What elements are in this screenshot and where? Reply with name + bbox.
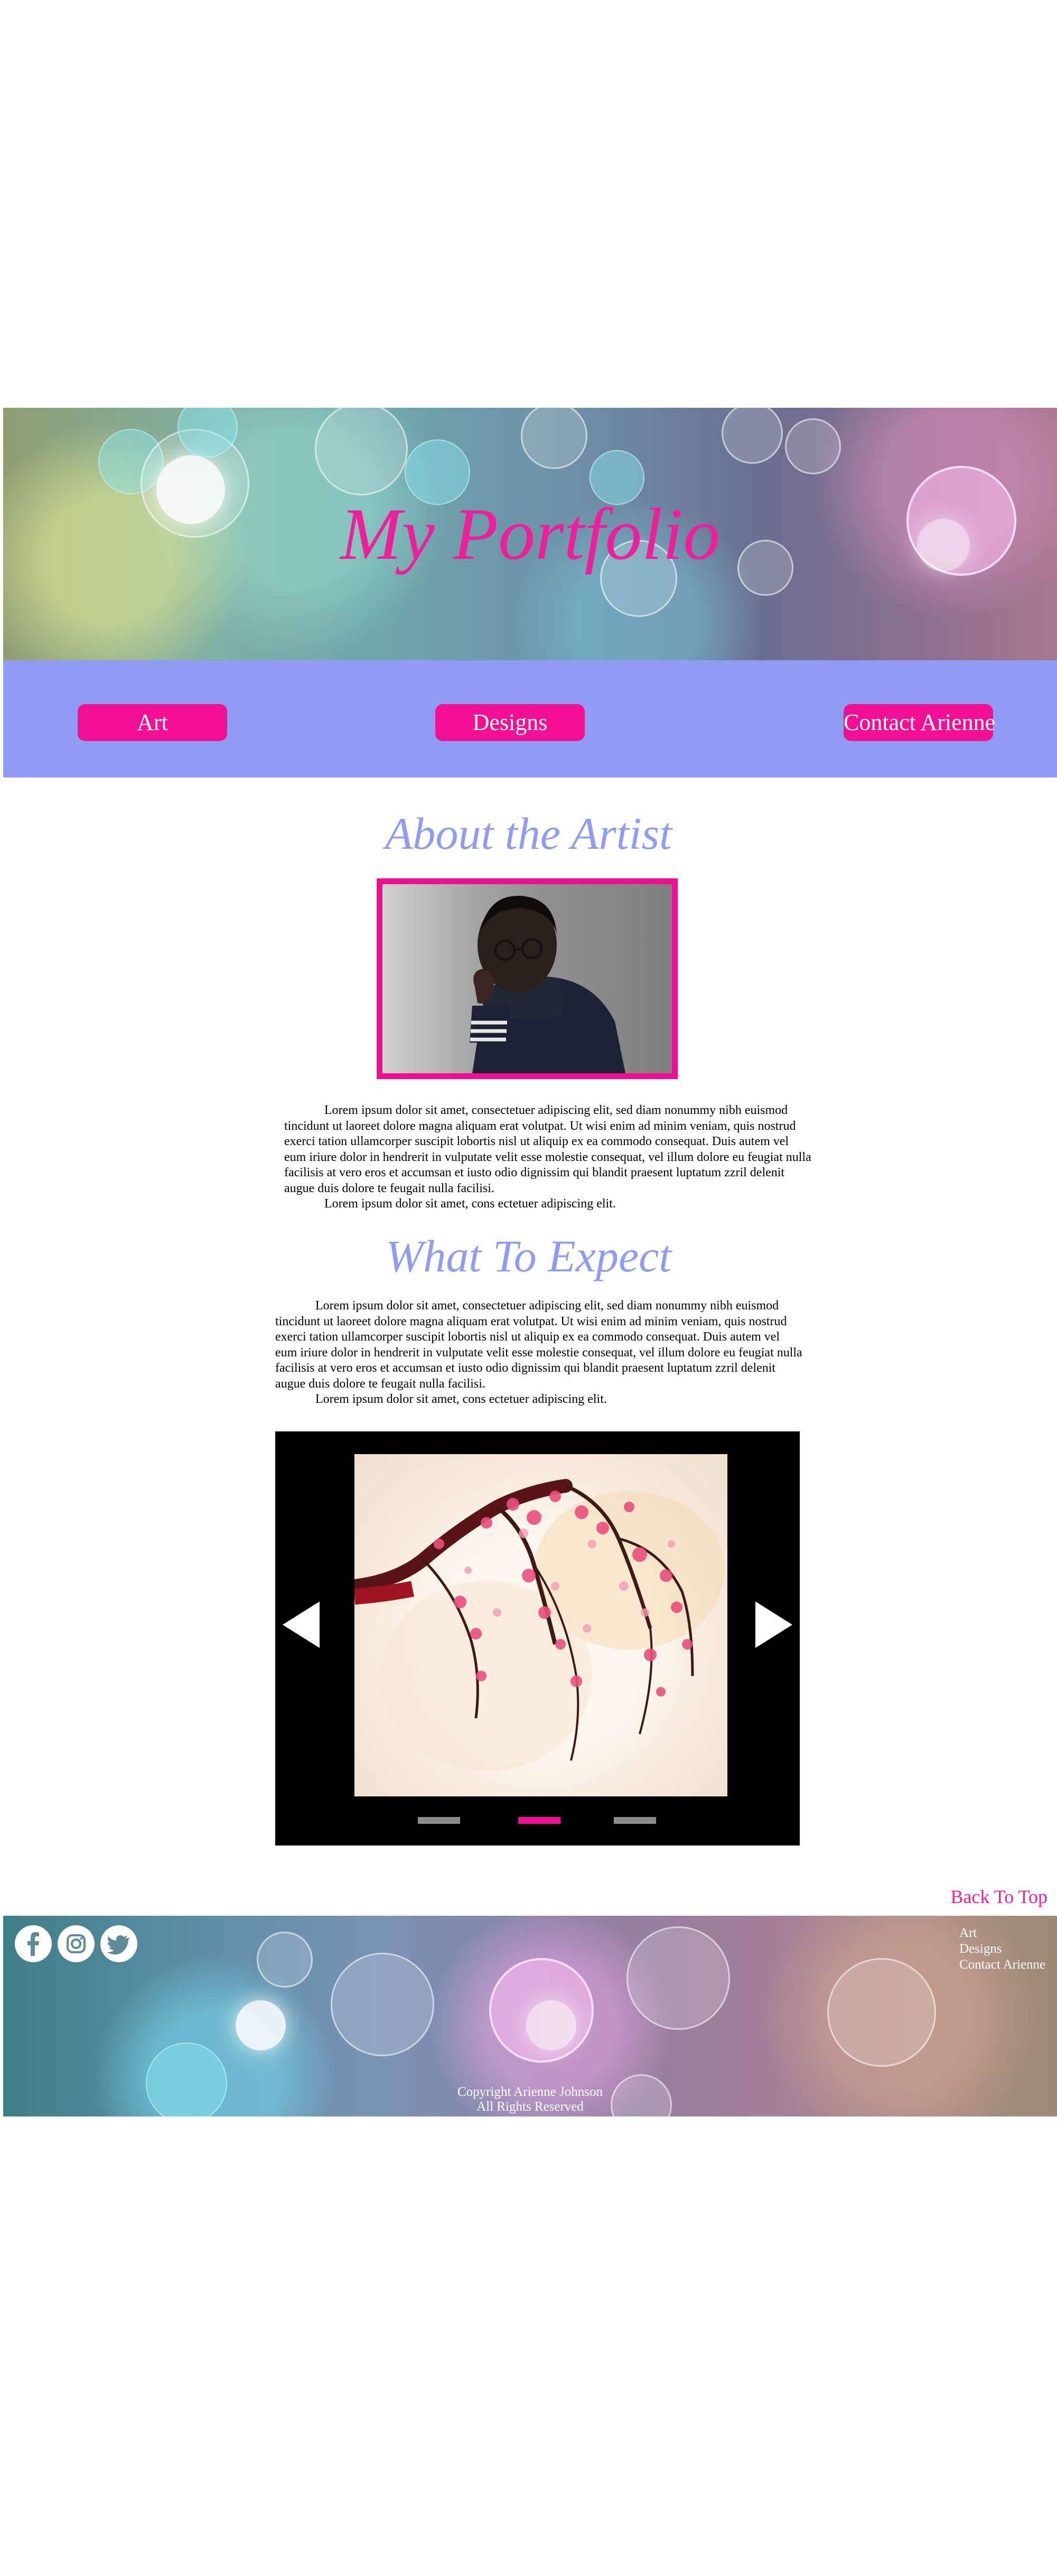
expect-heading: What To Expect [385,1231,672,1281]
facebook-glyph [27,1932,39,1956]
nav-contact-button[interactable]: Contact Arienne [844,704,995,741]
carousel-indicator[interactable] [614,1817,656,1824]
carousel-slide [354,1454,727,1796]
instagram-glyph [67,1934,86,1953]
facebook-icon[interactable] [15,1925,52,1962]
bokeh-circle [827,1958,936,2067]
main-nav: Art Designs Contact Arienne [3,660,1057,778]
bokeh-circle [626,1926,730,2030]
about-text: Lorem ipsum dolor sit amet, consectetuer… [284,1103,812,1212]
nav-designs-button[interactable]: Designs [435,704,585,741]
carousel-next-arrow-icon[interactable] [755,1601,792,1648]
twitter-glyph [107,1935,129,1955]
expect-paragraph: Lorem ipsum dolor sit amet, cons ectetue… [315,1392,607,1406]
bokeh-circle [331,1953,434,2056]
image-carousel [275,1431,800,1846]
cherry-blossom-painting [354,1479,724,1771]
instagram-icon[interactable] [58,1925,95,1962]
site-title: My Portfolio [340,493,721,575]
artist-portrait [377,878,678,1079]
footer-links: Art Designs Contact Arienne [959,1925,1045,1973]
footer-link-art[interactable]: Art [959,1925,1045,1941]
copyright: Copyright Arienne Johnson All Rights Res… [3,2085,1057,2114]
copyright-line: Copyright Arienne Johnson [457,2085,603,2099]
bokeh-circle [521,408,587,469]
footer-link-designs[interactable]: Designs [959,1941,1045,1957]
carousel-indicator[interactable] [418,1817,460,1824]
footer: Art Designs Contact Arienne Copyright Ar… [3,1916,1057,2116]
bokeh-circle [785,418,841,474]
back-to-top-link[interactable]: Back To Top [950,1886,1047,1908]
twitter-icon[interactable] [100,1925,137,1962]
expect-text: Lorem ipsum dolor sit amet, consectetuer… [275,1298,803,1408]
bokeh-circle [526,2000,576,2050]
carousel-indicator[interactable] [518,1817,560,1824]
footer-link-contact[interactable]: Contact Arienne [959,1957,1045,1973]
copyright-line: All Rights Reserved [476,2100,584,2114]
about-paragraph: Lorem ipsum dolor sit amet, consectetuer… [284,1103,811,1195]
expect-paragraph: Lorem ipsum dolor sit amet, consectetuer… [275,1299,802,1391]
bokeh-circle [257,1932,313,1988]
nav-art-button[interactable]: Art [78,704,227,741]
header-banner: My Portfolio [3,408,1057,660]
about-heading: About the Artist [385,808,672,859]
bokeh-circle [315,408,408,495]
carousel-prev-arrow-icon[interactable] [283,1601,320,1648]
portrait-image [470,895,625,1073]
bokeh-circle [236,2000,286,2050]
bokeh-circle [722,408,783,464]
about-paragraph: Lorem ipsum dolor sit amet, cons ectetue… [324,1197,616,1211]
